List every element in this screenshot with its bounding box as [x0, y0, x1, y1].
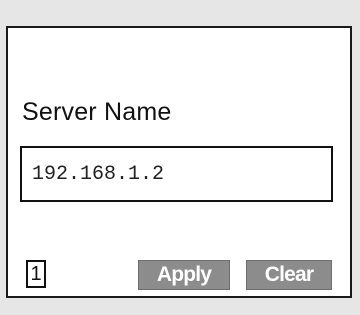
server-name-input[interactable] [20, 146, 333, 202]
bottom-bezel [0, 298, 360, 315]
clear-button[interactable]: Clear [246, 260, 332, 290]
page-indicator: 1 [26, 260, 46, 288]
apply-button[interactable]: Apply [138, 260, 230, 290]
server-name-label: Server Name [22, 98, 172, 126]
top-bezel [0, 0, 360, 26]
